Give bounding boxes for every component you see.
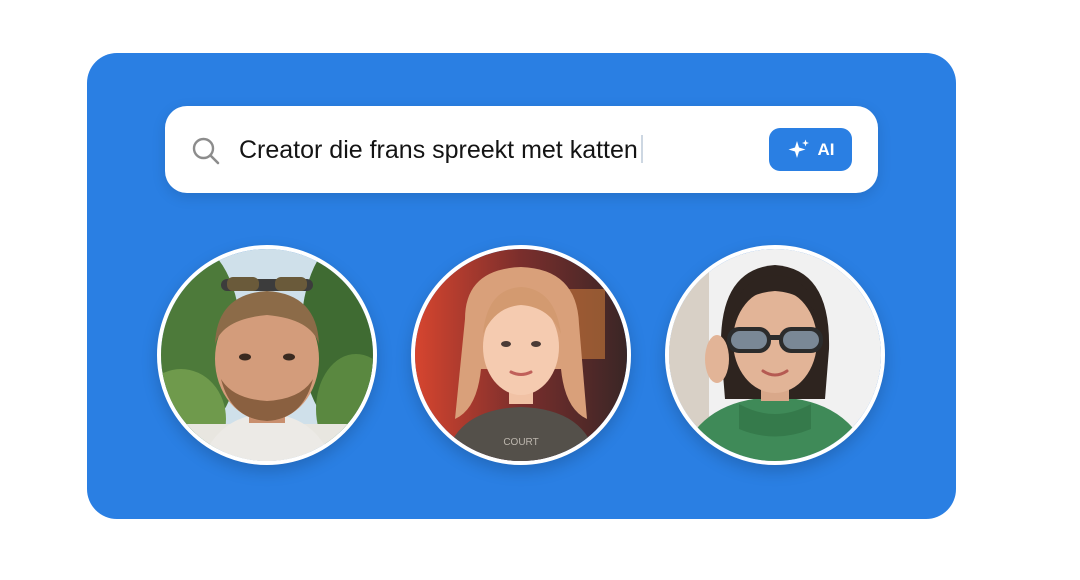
search-input[interactable]: Creator die frans spreekt met katten (239, 133, 643, 167)
creator-photo-3 (669, 249, 881, 461)
search-bar[interactable]: Creator die frans spreekt met katten AI (165, 106, 878, 193)
sparkles-icon (788, 139, 809, 158)
search-query-text: Creator die frans spreekt met katten (239, 136, 638, 164)
creator-photo-1 (161, 249, 373, 461)
ai-button-label: AI (817, 139, 835, 159)
ai-search-button[interactable]: AI (769, 128, 852, 171)
creator-avatar-1[interactable] (157, 245, 377, 465)
creator-avatar-3[interactable] (665, 245, 885, 465)
search-icon (192, 137, 220, 165)
creator-photo-2: COURT (415, 249, 627, 461)
search-showcase-panel: Creator die frans spreekt met katten AI (87, 53, 956, 519)
text-caret (640, 135, 643, 163)
creator-avatar-2[interactable]: COURT (411, 245, 631, 465)
hoodie-print-text: COURT (503, 437, 538, 448)
